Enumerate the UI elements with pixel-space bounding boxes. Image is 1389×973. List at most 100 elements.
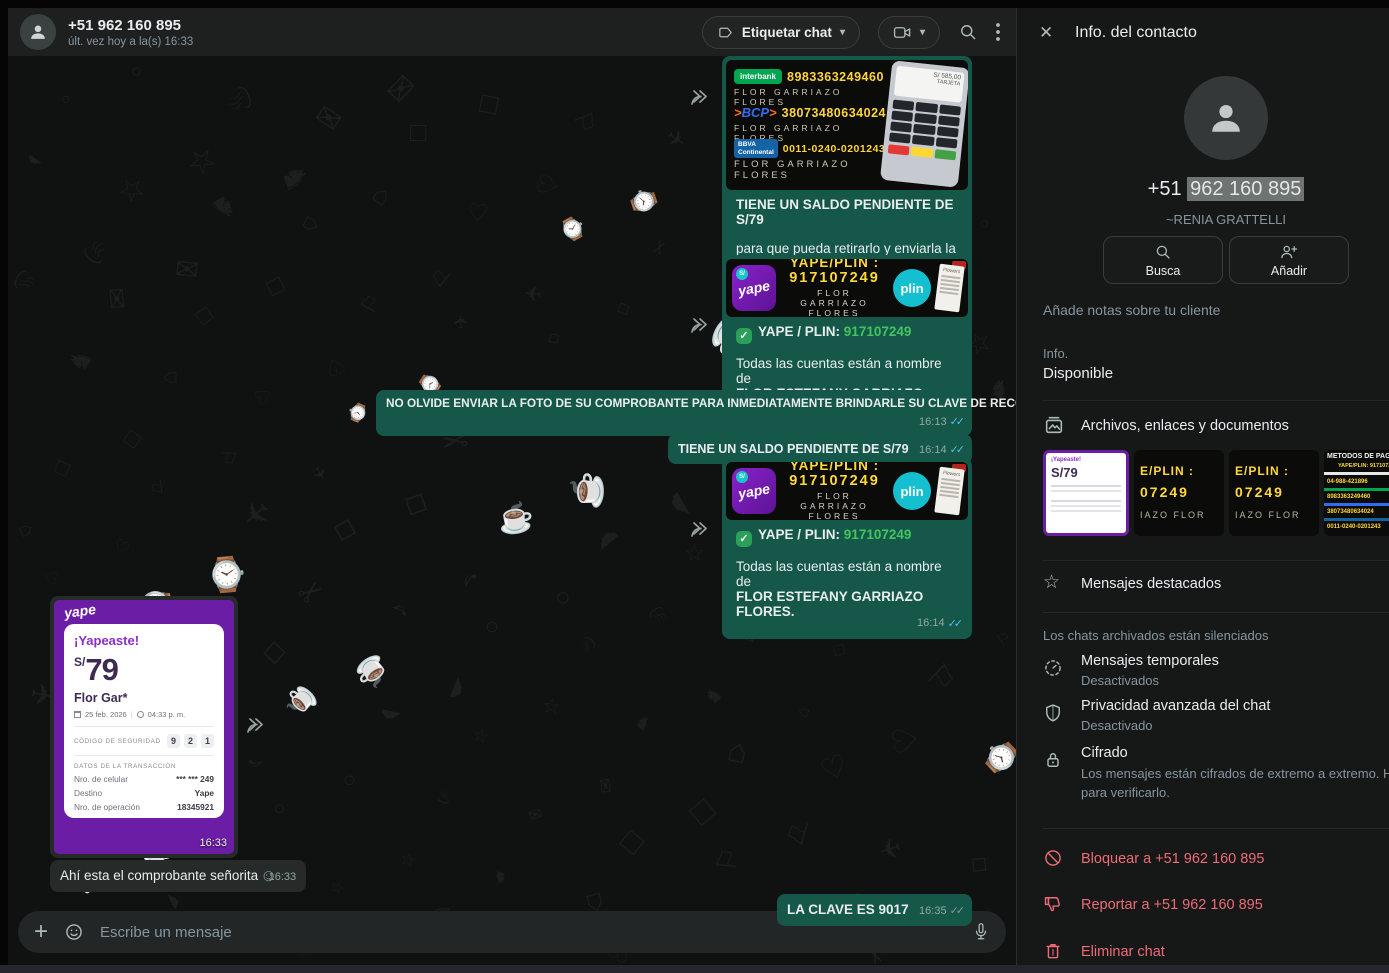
wallpaper-doodle: ✈	[874, 829, 905, 865]
app-window: ○□◇☆♡♪✉✈☁⌂✂♨⚐☕♞⌚○□◇☆♡♪✉✈☁⌂✂♨⚐☕♞⌚○□◇☆♡♪✉✈…	[0, 0, 1389, 973]
message-yape-plin[interactable]: S/yape YAPE/PLIN : 917107249 FLOR GARRIA…	[722, 458, 972, 639]
emoji-picker-button[interactable]	[64, 922, 84, 942]
calendar-icon	[74, 711, 81, 718]
close-panel-button[interactable]: ✕	[1039, 23, 1053, 43]
encryption-description: Los mensajes están cifrados de extremo a…	[1081, 765, 1389, 803]
disappearing-messages-status: Desactivados	[1081, 673, 1159, 688]
wallpaper-doodle: ☕	[280, 679, 323, 722]
message-reminder[interactable]: NO OLVIDE ENVIAR LA FOTO DE SU COMPROBAN…	[376, 390, 972, 436]
media-icon	[1043, 414, 1065, 436]
delete-chat-action[interactable]: Eliminar chat	[1081, 944, 1165, 960]
message-time: 16:14	[919, 444, 947, 456]
shield-icon	[1043, 703, 1063, 728]
chat-menu-button[interactable]	[996, 23, 1000, 41]
wallpaper-doodle: ☁	[443, 673, 479, 706]
wallpaper-doodle: ✉	[309, 95, 349, 138]
caption-line: FLOR ESTEFANY GARRIAZO FLORES.	[736, 589, 958, 619]
search-in-chat-button[interactable]	[958, 22, 978, 42]
video-call-button[interactable]: ▾	[878, 16, 940, 49]
media-thumbnail-receipt[interactable]: ¡Yapeaste! S/79	[1043, 450, 1129, 536]
wallpaper-doodle: ♞	[273, 160, 315, 197]
forward-message-icon[interactable]	[246, 716, 268, 739]
media-thumbnail-methods[interactable]: METODOS DE PAG YAPE/PLIN: 917107249 04-9…	[1324, 450, 1389, 536]
yape-plin-banner-image[interactable]: S/yape YAPE/PLIN : 917107249 FLOR GARRIA…	[726, 259, 968, 317]
wallpaper-doodle: ☆	[537, 695, 565, 718]
media-thumbnail-banner[interactable]: E/PLIN : 07249 IAZO FLOR	[1229, 450, 1319, 536]
contact-avatar-large[interactable]	[1184, 76, 1268, 160]
video-camera-icon	[893, 24, 912, 41]
starred-messages-row[interactable]: Mensajes destacados	[1081, 576, 1221, 592]
wallpaper-doodle: ☆	[468, 722, 492, 750]
voice-message-button[interactable]	[972, 922, 990, 942]
forward-message-icon[interactable]	[690, 88, 712, 111]
wallpaper-doodle: ✉	[173, 252, 200, 287]
message-input[interactable]: Escribe un mensaje	[100, 924, 956, 941]
bcp-logo: >BCP>	[734, 105, 777, 120]
receipt-amount: S/79	[74, 652, 214, 688]
chat-title[interactable]: +51 962 160 895	[68, 17, 193, 34]
wallpaper-doodle: ✂	[648, 236, 674, 259]
wallpaper-doodle: □	[681, 793, 723, 833]
wallpaper-doodle: ☕	[568, 470, 607, 510]
read-ticks-icon: ✓✓	[948, 617, 960, 630]
encryption-row[interactable]: Cifrado	[1081, 745, 1128, 761]
wallpaper-doodle: □	[828, 643, 850, 658]
message-time: 16:33	[199, 837, 227, 849]
search-icon	[958, 22, 978, 42]
yape-plin-banner-image[interactable]: S/yape YAPE/PLIN : 917107249 FLOR GARRIA…	[726, 462, 968, 520]
wallpaper-doodle: ♞	[61, 342, 100, 378]
receipt-photo-decor: Flowers	[934, 264, 964, 313]
contact-info-panel: ✕ Info. del contacto +51 962 160 895 ~RE…	[1016, 8, 1389, 965]
media-thumbnail-banner[interactable]: E/PLIN : 07249 IAZO FLOR	[1134, 450, 1224, 536]
search-contact-button[interactable]: Busca	[1103, 236, 1223, 284]
wallpaper-doodle: ♪	[241, 754, 272, 771]
wallpaper-doodle: □	[52, 454, 74, 481]
block-contact-action[interactable]: Bloquear a +51 962 160 895	[1081, 851, 1264, 867]
wallpaper-doodle: ♡	[531, 169, 567, 199]
wallpaper-doodle: ⌂	[366, 178, 398, 213]
add-contact-button[interactable]: Añadir	[1229, 236, 1349, 284]
banner-holder: FLOR GARRIAZO FLORES	[782, 491, 887, 520]
wallpaper-doodle: ⌂	[13, 519, 40, 542]
wallpaper-doodle: ○	[125, 64, 148, 78]
message-key[interactable]: LA CLAVE ES 9017 16:35✓✓	[777, 894, 972, 926]
forward-message-icon[interactable]	[690, 316, 712, 339]
bank-accounts-image[interactable]: interbank8983363249460 FLOR GARRIAZO FLO…	[726, 60, 968, 190]
receipt-row: DestinoYape	[74, 788, 214, 798]
message-yape-receipt[interactable]: yape ¡Yapeaste! S/79 Flor Gar* 25 feb. 2…	[50, 596, 238, 858]
advanced-privacy-row[interactable]: Privacidad avanzada del chat	[1081, 698, 1270, 714]
forward-message-icon[interactable]	[690, 520, 712, 543]
banner-title: YAPE/PLIN :	[782, 259, 887, 270]
wallpaper-doodle: ✈	[450, 313, 474, 330]
notes-placeholder[interactable]: Añade notas sobre tu cliente	[1043, 302, 1220, 318]
account-number: 38073480634024	[782, 106, 886, 120]
disappearing-messages-row[interactable]: Mensajes temporales	[1081, 653, 1219, 669]
media-row[interactable]: Archivos, enlaces y documentos	[1081, 418, 1289, 434]
wallpaper-doodle: ♨	[642, 599, 675, 633]
wallpaper-doodle: ⌚	[345, 399, 372, 426]
contact-avatar[interactable]	[20, 14, 56, 50]
contact-phone: +51 962 160 895	[1017, 178, 1389, 201]
report-contact-action[interactable]: Reportar a +51 962 160 895	[1081, 897, 1263, 913]
wallpaper-doodle: ○	[477, 617, 508, 638]
wallpaper-doodle: □	[611, 823, 651, 860]
yape-receipt-image[interactable]: yape ¡Yapeaste! S/79 Flor Gar* 25 feb. 2…	[54, 600, 234, 854]
wallpaper-doodle: ⚐	[424, 257, 459, 293]
wallpaper-doodle: ◇	[327, 515, 367, 547]
message-time: 16:13	[919, 416, 947, 428]
attach-plus-button[interactable]: +	[34, 920, 48, 944]
green-check-emoji: ✓	[736, 531, 752, 547]
chat-header: +51 962 160 895 últ. vez hoy a la(s) 16:…	[8, 8, 1016, 56]
tag-chat-button[interactable]: Etiquetar chat ▾	[702, 16, 860, 49]
react-emoji-button[interactable]: ☺	[260, 866, 277, 886]
message-text: Ahí esta el comprobante señorita	[60, 868, 258, 883]
wallpaper-doodle: ◇	[613, 297, 635, 322]
advanced-privacy-status: Desactivado	[1081, 718, 1153, 733]
transaction-data-label: DATOS DE LA TRANSACCIÓN	[74, 763, 214, 770]
wallpaper-doodle: ○	[974, 217, 994, 232]
wallpaper-doodle: ♡	[321, 350, 350, 382]
wallpaper-doodle: ✈	[233, 490, 279, 538]
wallpaper-doodle: ☆	[678, 540, 710, 568]
wallpaper-doodle: ◇	[963, 849, 997, 882]
wallpaper-doodle: ⚐	[710, 845, 745, 873]
